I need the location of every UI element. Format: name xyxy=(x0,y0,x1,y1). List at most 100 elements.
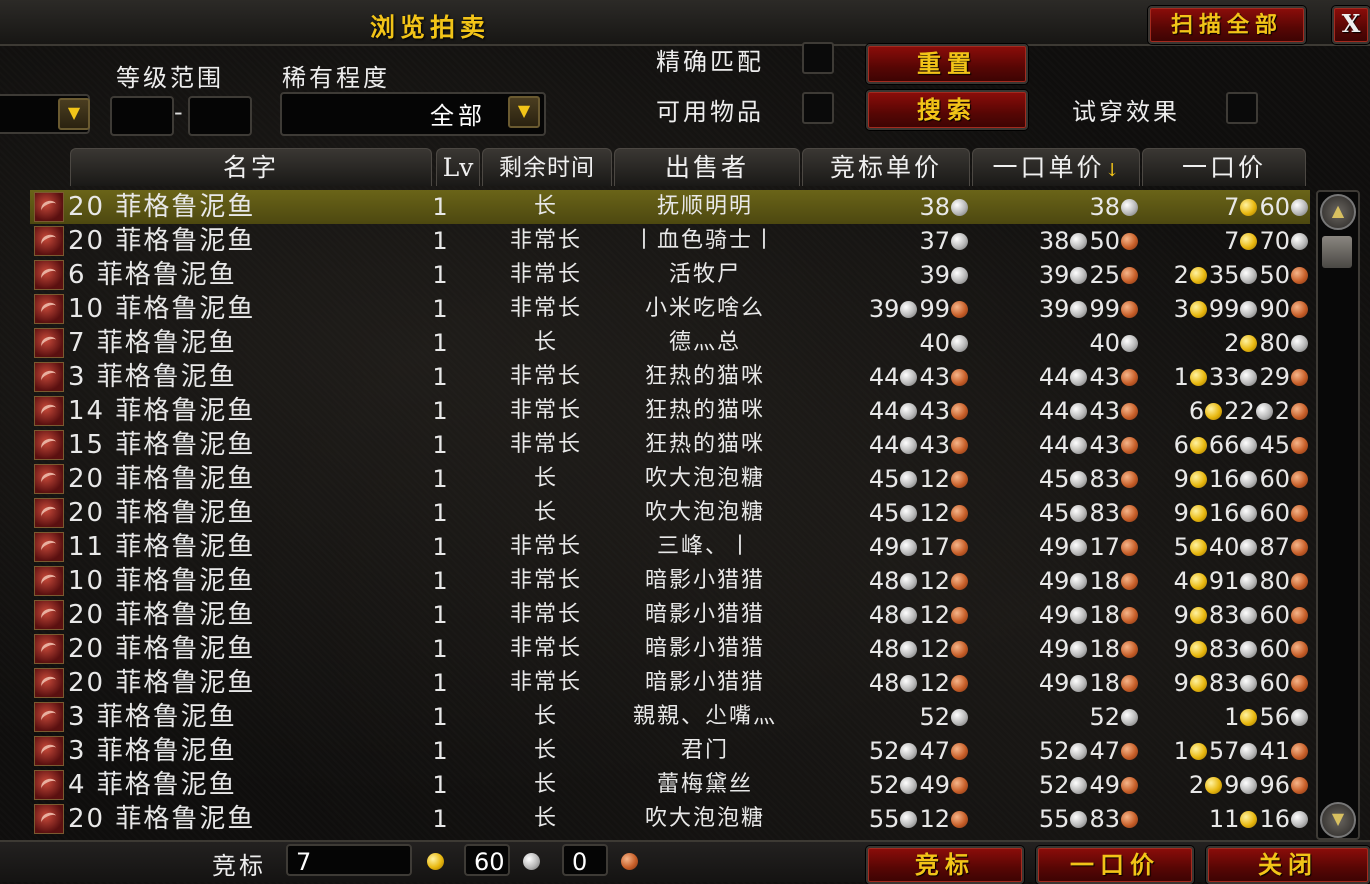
rarity-dropdown[interactable] xyxy=(280,92,546,136)
money-amount: 45 xyxy=(868,465,900,493)
fish-item-icon[interactable] xyxy=(34,668,64,698)
fish-item-icon[interactable] xyxy=(34,464,64,494)
bid-gold-input[interactable]: 7 xyxy=(286,844,412,876)
auction-list: 20 菲格鲁泥鱼 1 长抚顺明明 38 38 7 60 20 菲格鲁泥鱼 1 非常长 丨血色骑士丨 3… xyxy=(30,190,1310,836)
money-amount: 40 xyxy=(1208,533,1240,561)
scroll-up-icon[interactable]: ▲ xyxy=(1320,194,1356,230)
money-amount: 49 xyxy=(868,533,900,561)
item-level: 1 xyxy=(432,635,448,663)
fish-item-icon[interactable] xyxy=(34,736,64,766)
column-header-lv[interactable]: Lv xyxy=(436,148,480,186)
copper-coin-icon xyxy=(1121,369,1138,386)
copper-coin-icon xyxy=(951,675,968,692)
preview-checkbox[interactable] xyxy=(1226,92,1258,124)
item-level: 1 xyxy=(432,465,448,493)
table-row[interactable]: 20 菲格鲁泥鱼 1 非常长 暗影小猎猎 48 12 49 18 9 83 60 xyxy=(30,632,1310,666)
close-window-button[interactable]: X xyxy=(1332,6,1370,44)
time-left: 非常长 xyxy=(509,432,582,457)
exact-match-checkbox[interactable] xyxy=(802,42,834,74)
item-level: 1 xyxy=(432,703,448,731)
table-row[interactable]: 15 菲格鲁泥鱼 1 非常长 狂热的猫咪 44 43 44 43 6 66 45 xyxy=(30,428,1310,462)
buyout-unit-price: 52 xyxy=(980,700,1140,734)
seller-name: 暗影小猎猎 xyxy=(644,568,765,593)
table-row[interactable]: 20 菲格鲁泥鱼 1 长 吹大泡泡糖 45 12 45 83 9 16 60 xyxy=(30,462,1310,496)
copper-coin-icon xyxy=(1291,743,1308,760)
fish-item-icon[interactable] xyxy=(34,430,64,460)
money-amount: 60 xyxy=(1259,193,1290,221)
silver-coin-icon xyxy=(900,301,918,318)
silver-coin-icon xyxy=(951,267,968,284)
money-amount: 80 xyxy=(1259,329,1290,357)
column-header-bid-unit[interactable]: 竞标单价 xyxy=(802,148,970,186)
copper-coin-icon xyxy=(1121,777,1138,794)
money-amount: 22 xyxy=(1224,397,1255,425)
fish-item-icon[interactable] xyxy=(34,294,64,324)
fish-item-icon[interactable] xyxy=(34,532,64,562)
chevron-down-icon[interactable]: ▼ xyxy=(58,98,90,130)
fish-item-icon[interactable] xyxy=(34,192,64,222)
close-button[interactable]: 关闭 xyxy=(1206,846,1370,884)
table-row[interactable]: 7 菲格鲁泥鱼 1 长 德灬总 40 40 2 80 xyxy=(30,326,1310,360)
fish-item-icon[interactable] xyxy=(34,600,64,630)
level-min-input[interactable] xyxy=(110,96,174,136)
reset-button[interactable]: 重置 xyxy=(866,44,1028,84)
table-row[interactable]: 20 菲格鲁泥鱼 1 长 吹大泡泡糖 45 12 45 83 9 16 60 xyxy=(30,496,1310,530)
fish-item-icon[interactable] xyxy=(34,396,64,426)
copper-coin-icon xyxy=(1291,437,1308,454)
table-row[interactable]: 10 菲格鲁泥鱼 1 非常长 小米吃啥么 39 99 39 99 3 99 90 xyxy=(30,292,1310,326)
table-row[interactable]: 20 菲格鲁泥鱼 1 非常长 暗影小猎猎 48 12 49 18 9 83 60 xyxy=(30,666,1310,700)
fish-item-icon[interactable] xyxy=(34,498,64,528)
table-row[interactable]: 10 菲格鲁泥鱼 1 非常长 暗影小猎猎 48 12 49 18 4 91 80 xyxy=(30,564,1310,598)
scrollbar[interactable] xyxy=(1316,190,1360,840)
fish-item-icon[interactable] xyxy=(34,634,64,664)
scroll-down-icon[interactable]: ▼ xyxy=(1320,802,1356,838)
table-row[interactable]: 14 菲格鲁泥鱼 1 非常长 狂热的猫咪 44 43 44 43 6 22 2 xyxy=(30,394,1310,428)
table-row[interactable]: 3 菲格鲁泥鱼 1 长 君门 52 47 52 47 1 57 41 xyxy=(30,734,1310,768)
table-row[interactable]: 20 菲格鲁泥鱼 1 长 抚顺明明 38 38 7 60 xyxy=(30,190,1310,224)
table-row[interactable]: 6 菲格鲁泥鱼 1 非常长 活牧尸 39 39 25 2 35 50 xyxy=(30,258,1310,292)
chevron-down-icon[interactable]: ▼ xyxy=(508,96,540,128)
table-row[interactable]: 3 菲格鲁泥鱼 1 非常长 狂热的猫咪 44 43 44 43 1 33 29 xyxy=(30,360,1310,394)
money-amount: 52 xyxy=(919,703,950,731)
money-amount: 45 xyxy=(1038,465,1070,493)
gold-coin-icon xyxy=(1189,743,1207,760)
column-header-seller[interactable]: 出售者 xyxy=(614,148,800,186)
fish-item-icon[interactable] xyxy=(34,566,64,596)
fish-item-icon[interactable] xyxy=(34,702,64,732)
buyout-unit-price: 52 47 xyxy=(980,734,1140,768)
buyout-button[interactable]: 一口价 xyxy=(1036,846,1194,884)
bid-silver-input[interactable]: 60 xyxy=(464,844,510,876)
fish-item-icon[interactable] xyxy=(34,226,64,256)
column-header-buyout-unit[interactable]: 一口单价↓ xyxy=(972,148,1140,186)
buyout-unit-price: 55 83 xyxy=(980,802,1140,836)
usable-items-checkbox[interactable] xyxy=(802,92,834,124)
fish-item-icon[interactable] xyxy=(34,804,64,834)
money-amount: 48 xyxy=(868,567,900,595)
table-row[interactable]: 20 菲格鲁泥鱼 1 非常长 暗影小猎猎 48 12 49 18 9 83 60 xyxy=(30,598,1310,632)
copper-coin-icon xyxy=(1121,573,1138,590)
table-row[interactable]: 11 菲格鲁泥鱼 1 非常长 三峰、丨 49 17 49 17 5 40 87 xyxy=(30,530,1310,564)
fish-item-icon[interactable] xyxy=(34,770,64,800)
fish-item-icon[interactable] xyxy=(34,362,64,392)
fish-item-icon[interactable] xyxy=(34,328,64,358)
table-row[interactable]: 4 菲格鲁泥鱼 1 长 蕾梅黛丝 52 49 52 49 2 9 96 xyxy=(30,768,1310,802)
gold-coin-icon xyxy=(1189,505,1207,522)
table-row[interactable]: 20 菲格鲁泥鱼 1 非常长 丨血色骑士丨 37 38 50 7 70 xyxy=(30,224,1310,258)
buyout-price: 5 40 87 xyxy=(1140,530,1310,564)
column-header-buyout[interactable]: 一口价 xyxy=(1142,148,1306,186)
scrollbar-thumb[interactable] xyxy=(1322,236,1352,268)
bid-button[interactable]: 竞标 xyxy=(866,846,1024,884)
scan-all-button[interactable]: 扫描全部 xyxy=(1148,6,1306,44)
column-header-name[interactable]: 名字 xyxy=(70,148,432,186)
copper-coin-icon xyxy=(951,437,968,454)
money-amount: 18 xyxy=(1089,601,1120,629)
table-row[interactable]: 20 菲格鲁泥鱼 1 长 吹大泡泡糖 55 12 55 83 11 16 xyxy=(30,802,1310,836)
level-max-input[interactable] xyxy=(188,96,252,136)
bid-copper-input[interactable]: 0 xyxy=(562,844,608,876)
buyout-price: 9 83 60 xyxy=(1140,598,1310,632)
column-header-time[interactable]: 剩余时间 xyxy=(482,148,612,186)
table-row[interactable]: 3 菲格鲁泥鱼 1 长 親親、尐嘴灬 52 52 1 56 xyxy=(30,700,1310,734)
search-button[interactable]: 搜索 xyxy=(866,90,1028,130)
buyout-price: 4 91 80 xyxy=(1140,564,1310,598)
fish-item-icon[interactable] xyxy=(34,260,64,290)
